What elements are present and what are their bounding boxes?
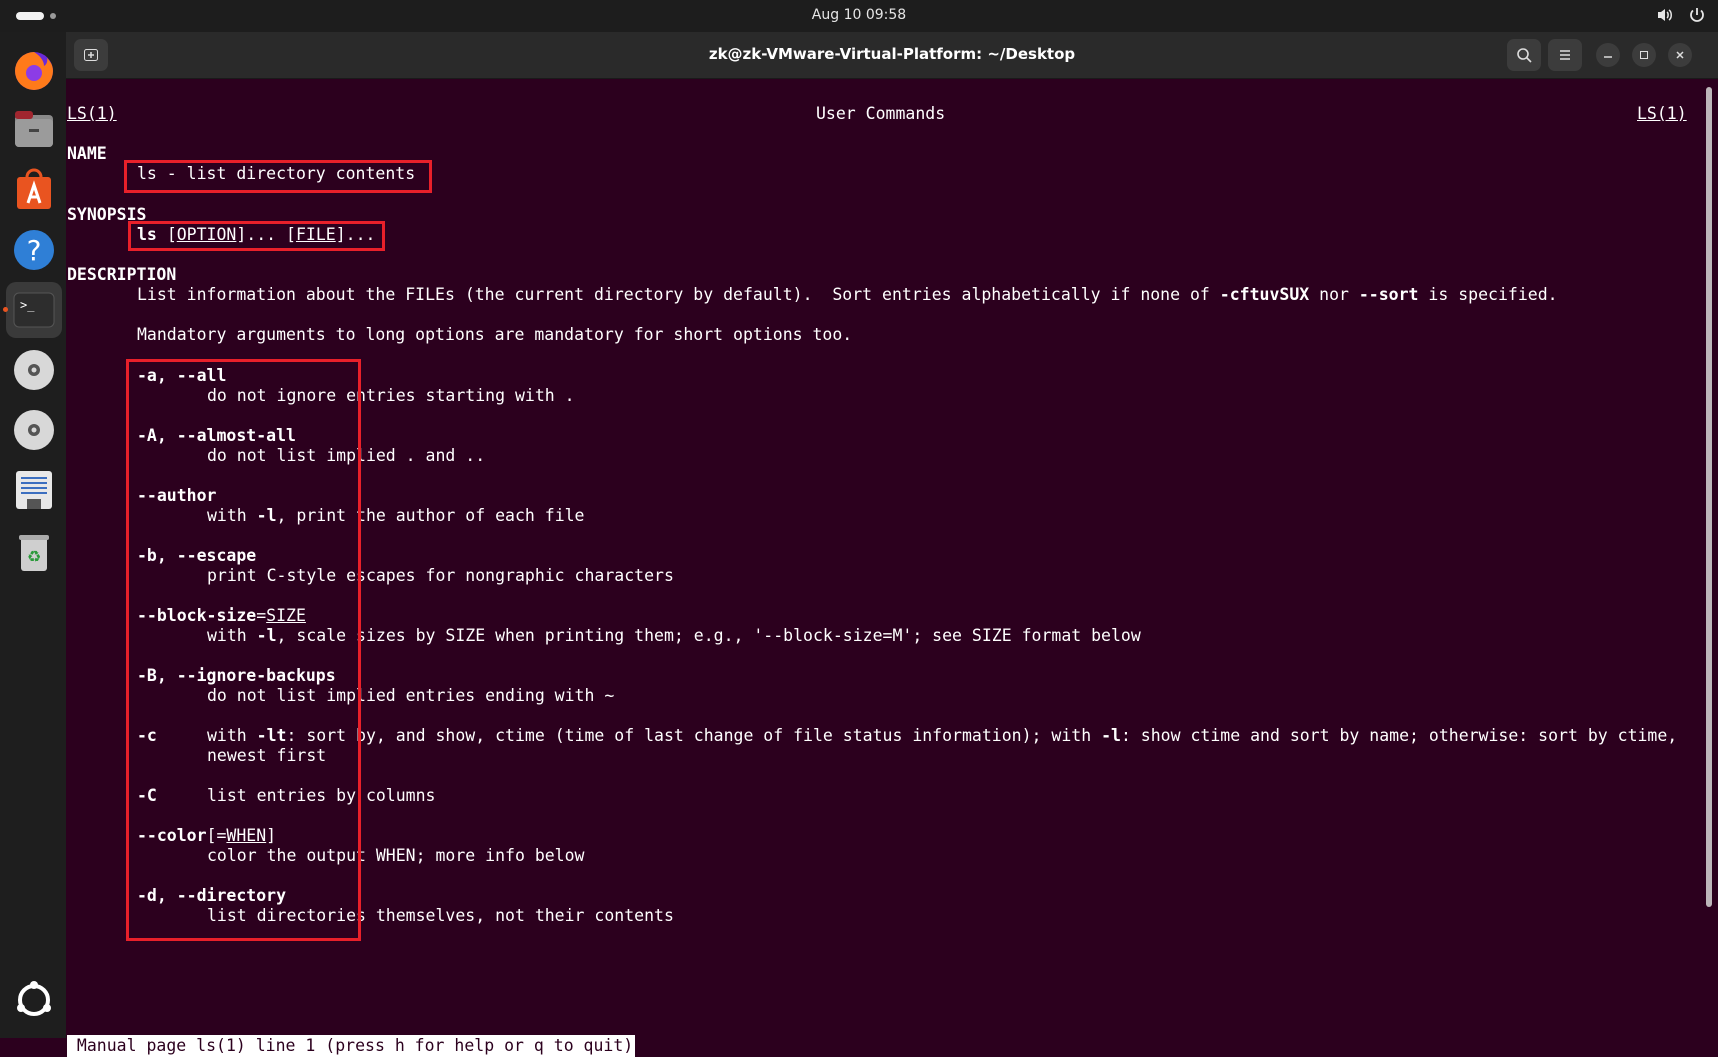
files-icon[interactable] [6, 102, 62, 158]
menu-button[interactable] [1548, 39, 1582, 71]
power-icon[interactable] [1688, 6, 1706, 28]
hamburger-icon [1560, 50, 1570, 60]
desc-text: nor [1309, 285, 1359, 304]
trash-icon[interactable]: ♻ [6, 524, 62, 580]
man-header-center: User Commands [816, 104, 946, 123]
search-button[interactable] [1507, 39, 1541, 71]
clock[interactable]: Aug 10 09:58 [0, 7, 1718, 23]
disc-icon[interactable] [6, 402, 62, 458]
maximize-button[interactable] [1632, 43, 1656, 67]
terminal-icon[interactable]: >_ [3, 282, 62, 338]
desc-flag: -l [1101, 726, 1121, 745]
running-indicator-icon [3, 307, 8, 312]
man-header-right: LS(1) [1637, 104, 1687, 123]
help-icon[interactable]: ? [6, 222, 62, 278]
highlight-box-options [126, 359, 361, 941]
desc-flag: --sort [1358, 285, 1419, 304]
text-editor-icon[interactable] [6, 462, 62, 518]
terminal-window: zk@zk-VMware-Virtual-Platform: ~/Desktop… [66, 32, 1718, 1057]
desc-flag: -cftuvSUX [1219, 285, 1310, 304]
window-title: zk@zk-VMware-Virtual-Platform: ~/Desktop [708, 45, 1076, 63]
minimize-button[interactable] [1596, 43, 1620, 67]
app-center-icon[interactable] [6, 162, 62, 218]
desc-text: is specified. [1418, 285, 1558, 304]
svg-text:>_: >_ [20, 298, 35, 312]
top-bar: Aug 10 09:58 [0, 0, 1718, 32]
man-header-left: LS(1) [67, 104, 117, 123]
option-desc: with -lt: sort by, and show, ctime (time… [207, 725, 1677, 747]
desc-text: : sort by, and show, ctime (time of last… [286, 726, 1102, 745]
pager-status-line: Manual page ls(1) line 1 (press h for he… [67, 1035, 636, 1057]
disc-icon[interactable] [6, 342, 62, 398]
svg-text:♻: ♻ [27, 547, 41, 566]
section-name: NAME [67, 144, 107, 163]
close-button[interactable] [1668, 43, 1692, 67]
highlight-box-name [124, 160, 432, 193]
search-icon [1517, 48, 1532, 63]
terminal-content[interactable]: LS(1) User Commands LS(1) NAME ls - list… [66, 79, 1718, 1057]
desc-text: , scale sizes by SIZE when printing them… [276, 626, 1141, 645]
section-description: DESCRIPTION [67, 265, 177, 284]
desc-line-1: List information about the FILEs (the cu… [137, 284, 1558, 306]
header-bar: zk@zk-VMware-Virtual-Platform: ~/Desktop [66, 32, 1718, 79]
speaker-icon[interactable] [1656, 6, 1674, 28]
scrollbar[interactable] [1706, 87, 1712, 907]
desc-text: : show ctime and sort by name; otherwise… [1120, 726, 1678, 745]
dock: ? >_ ♻ [0, 32, 66, 1038]
show-apps-icon[interactable] [6, 972, 62, 1028]
desc-text: List information about the FILEs (the cu… [137, 285, 1220, 304]
desc-line-2: Mandatory arguments to long options are … [137, 325, 853, 344]
highlight-box-synopsis [128, 221, 385, 251]
firefox-icon[interactable] [6, 42, 62, 98]
svg-text:?: ? [27, 234, 42, 267]
